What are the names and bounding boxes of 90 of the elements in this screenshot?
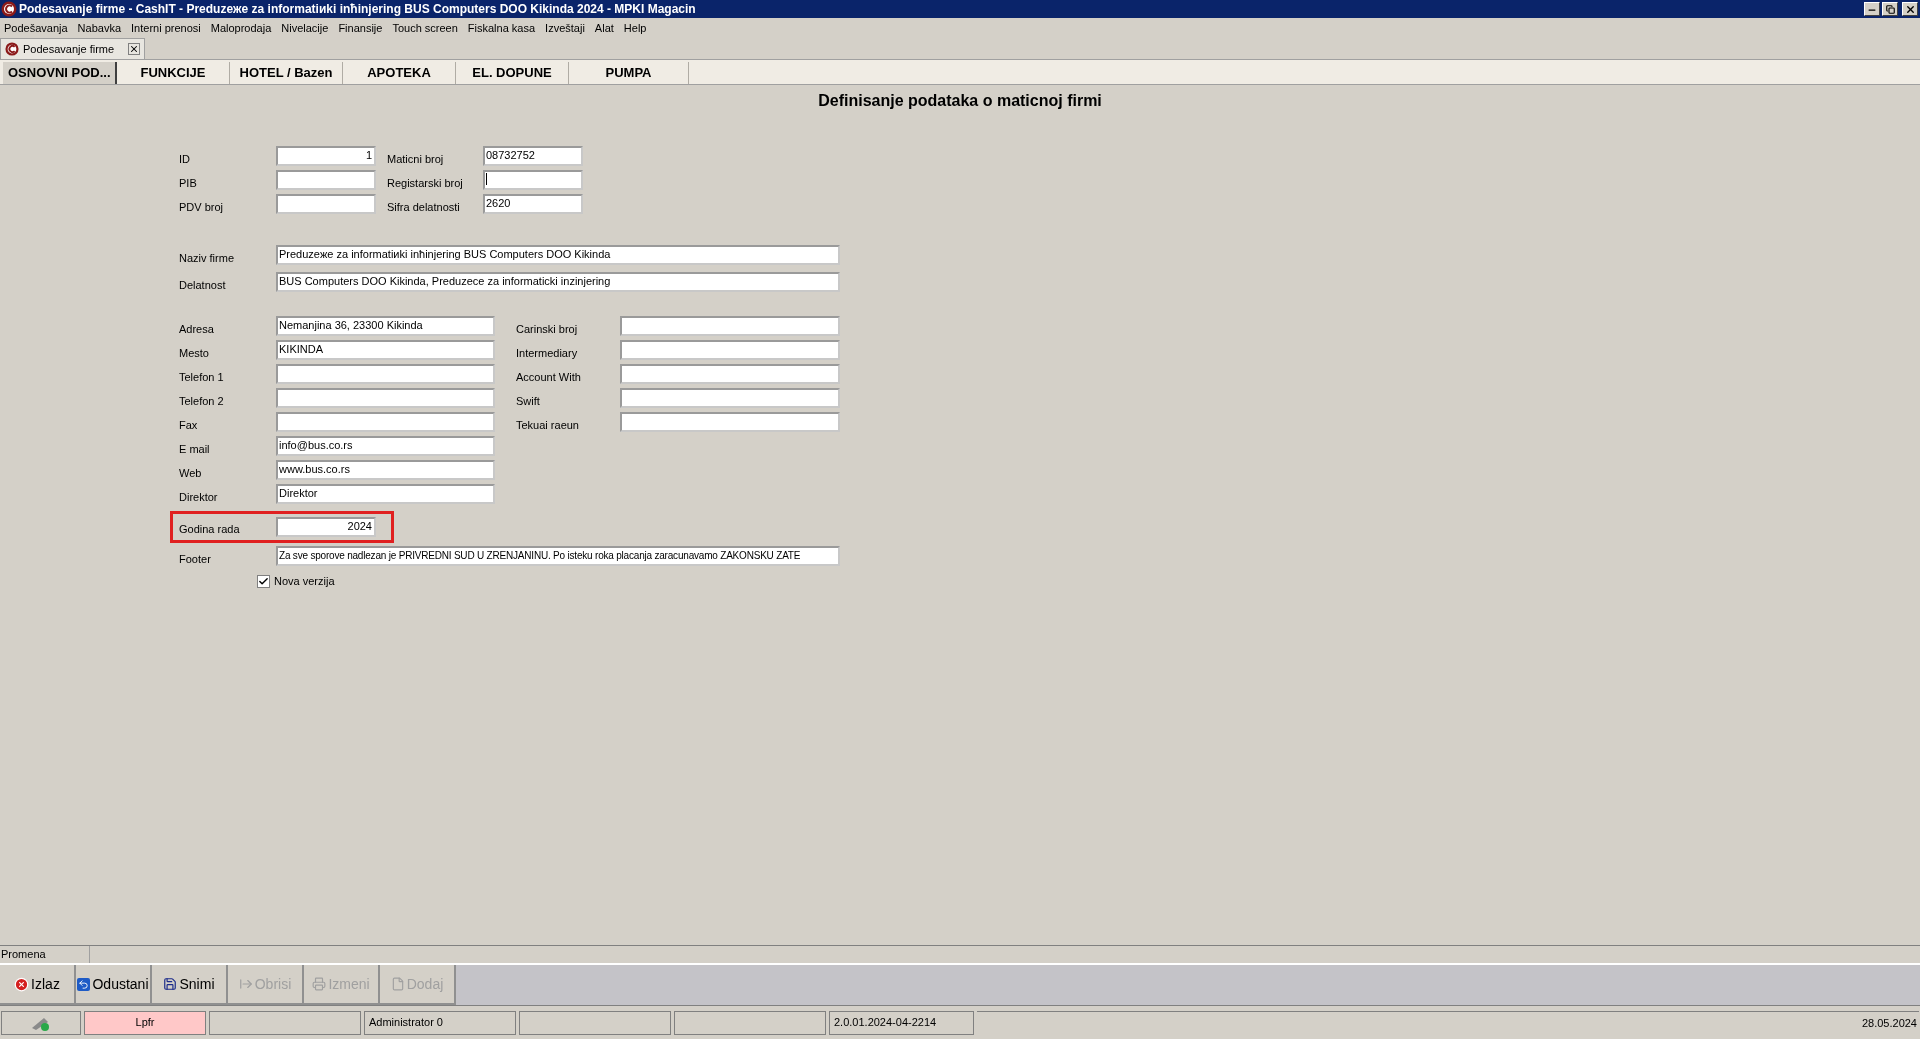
tab[interactable]: FUNKCIJE [117,62,230,84]
tab[interactable]: EL. DOPUNE [456,62,569,84]
menu-item[interactable]: Help [623,19,647,37]
field-label: Fax [179,418,199,433]
text-field[interactable]: 08732752 [483,146,583,166]
field-label: Adresa [179,322,215,337]
menu-item[interactable]: Alat [594,19,614,37]
menu-item[interactable]: Izveštaji [545,19,585,37]
field-label: Maticni broj [387,152,445,167]
field-label: Direktor [179,490,219,505]
checkbox-label: Nova verzija [274,573,335,589]
field-label: PDV broj [179,200,225,215]
text-field[interactable] [276,388,495,408]
text-field[interactable]: 1 [276,146,376,166]
field-label: Telefon 1 [179,370,225,385]
close-icon [14,976,30,992]
field-label: Swift [516,394,541,409]
text-field[interactable] [276,412,495,432]
menu-item[interactable]: Interni prenosi [131,19,201,37]
text-field[interactable]: KIKINDA [276,340,495,360]
toolbar-button[interactable]: Odustani [76,965,152,1005]
minimize-button[interactable] [1864,2,1880,16]
menu-item[interactable]: Finansije [338,19,383,37]
text-field[interactable]: info@bus.co.rs [276,436,495,456]
text-field[interactable]: Za sve sporove nadlezan je PRIVREDNI SUD U ZRENJANINU. Po isteku roka placanja zaracunavamo ZAKONSKU ZATE [276,546,840,566]
field-label: E mail [179,442,211,457]
field-label: Mesto [179,346,210,361]
field-label: Godina rada [179,522,241,538]
app-logo-icon [5,42,19,56]
field-label: Telefon 2 [179,394,225,409]
save-icon [163,977,178,991]
text-field[interactable] [276,194,376,214]
tab[interactable]: OSNOVNI POD... [3,62,117,84]
field-label: ID [179,152,191,167]
close-icon[interactable] [128,43,140,55]
tab[interactable]: PUMPA [569,62,689,84]
field-label: Tekuai raeun [516,418,580,433]
field-label: Carinski broj [516,322,579,337]
field-label: Registarski broj [387,176,464,191]
printer-icon [312,977,327,991]
close-icon [1904,3,1916,15]
status-cell: 28.05.2024 [977,1010,1919,1035]
field-label: Web [179,466,203,481]
text-field[interactable] [276,364,495,384]
menu-item[interactable]: Maloprodaja [210,19,272,37]
tab[interactable]: HOTEL / Bazen [230,62,343,84]
status-cell: Lpfr [84,1010,206,1035]
toolbar-button[interactable]: Izlaz [0,965,76,1005]
arrow-icon [238,977,253,991]
text-field[interactable] [620,364,840,384]
undo-icon [77,977,91,991]
text-field[interactable] [276,170,376,190]
status-cell: 2.0.01.2024-04-2214 [829,1010,974,1035]
restore-icon [1885,4,1895,14]
field-label: Sifra delatnosti [387,200,461,215]
text-field[interactable]: BUS Computers DOO Kikinda, Preduzece za informaticki inzinjering [276,272,840,292]
close-button[interactable] [1902,2,1918,16]
document-tab[interactable]: Podesavanje firme [0,38,145,59]
checkbox[interactable] [257,574,270,588]
text-cursor [486,173,487,185]
menu-item[interactable]: Podešavanja [4,19,68,37]
text-field[interactable] [620,316,840,336]
status-cell: Administrator 0 [364,1010,516,1035]
menu-item[interactable]: Nabavka [77,19,122,37]
menu-item[interactable]: Fiskalna kasa [467,19,536,37]
menu-item[interactable]: Nivelacije [281,19,329,37]
text-field[interactable]: Preduzeжe za informatiиki inћinjering BUS Computers DOO Kikinda [276,245,840,265]
field-label: Footer [179,552,212,567]
field-label: Account With [516,370,582,385]
toolbar-button[interactable]: Snimi [152,965,228,1005]
field-label: Intermediary [516,346,579,361]
field-label: Delatnost [179,278,227,293]
tab[interactable]: APOTEKA [343,62,456,84]
text-field[interactable] [620,412,840,432]
text-field[interactable] [483,170,583,190]
file-icon [390,977,405,991]
field-label: Naziv firme [179,251,235,266]
window-title: Podesavanje firme - CashIT - Preduzeжe za informatiиki inћinjering BUS Computers DOO Kikinda 2024 - MPKI Magacin [19,1,696,18]
restore-button[interactable] [1882,2,1898,16]
form-heading: Definisanje podataka o maticnoj firmi [818,91,1102,111]
text-field[interactable]: Nemanjina 36, 23300 Kikinda [276,316,495,336]
app-logo-icon [1,1,17,17]
text-field[interactable]: 2620 [483,194,583,214]
field-label: PIB [179,176,198,191]
text-field[interactable]: Direktor [276,484,495,504]
text-field[interactable]: www.bus.co.rs [276,460,495,480]
menu-item[interactable]: Touch screen [392,19,458,37]
text-field[interactable]: 2024 [276,517,376,537]
text-field[interactable] [620,388,840,408]
text-field[interactable] [620,340,840,360]
